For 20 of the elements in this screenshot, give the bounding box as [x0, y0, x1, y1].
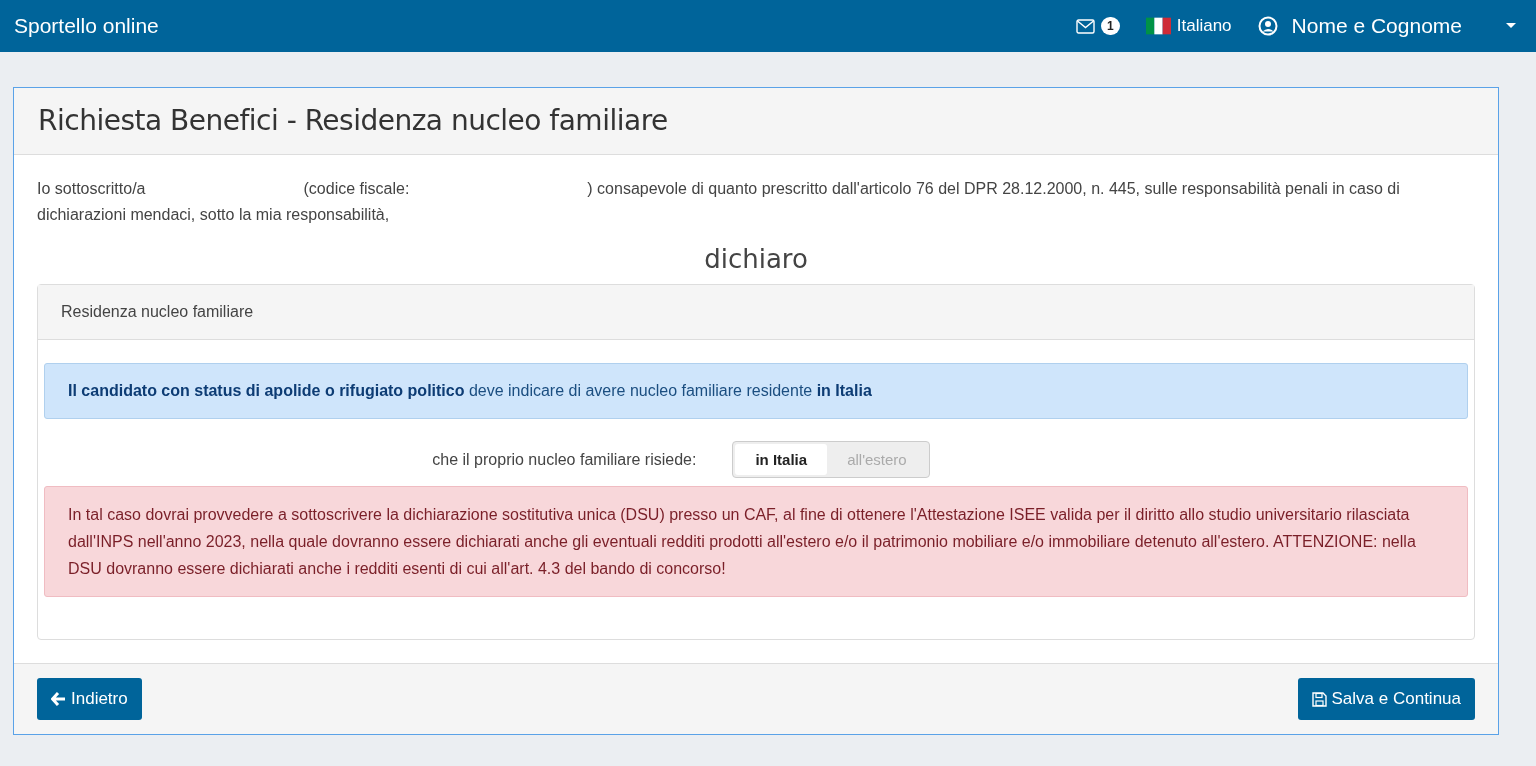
- back-button[interactable]: Indietro: [37, 678, 142, 720]
- brand-title[interactable]: Sportello online: [14, 14, 159, 38]
- message-count-badge: 1: [1101, 17, 1120, 35]
- warning-alert: In tal caso dovrai provvedere a sottoscrivere la dichiarazione sostitutiva unica (DSU) presso un CAF, al fine di ottenere l'Attestazione ISEE valida per il diritto allo studio universitario rilasciata dall'INPS nell'anno 2023, nella quale dovranno essere dichiarati anche gli eventuali redditi prodotti all'estero e/o il patrimonio mobiliare e/o immobiliare detenuto all'estero. ATTENZIONE: nella DSU dovranno essere dichiarati anche i redditi esenti di cui all'art. 4.3 del bando di concorso!: [44, 486, 1468, 597]
- save-button[interactable]: Salva e Continua: [1297, 678, 1475, 720]
- language-selector[interactable]: Italiano: [1145, 16, 1232, 36]
- arrow-left-icon: [51, 692, 66, 706]
- declaration-heading: dichiaro: [703, 244, 809, 274]
- panel-title: Residenza nucleo familiare: [61, 303, 254, 320]
- envelope-icon: [1076, 18, 1096, 34]
- user-menu[interactable]: Nome e Cognome: [1257, 14, 1516, 38]
- user-icon: [1257, 16, 1278, 36]
- question-label: che il proprio nucleo familiare risiede:: [432, 450, 697, 469]
- info-alert: Il candidato con status di apolide o rifugiato politico deve indicare di avere nucleo familiare residente in Italia: [44, 363, 1468, 419]
- caret-icon: [1506, 23, 1516, 29]
- messages-button[interactable]: 1: [1076, 17, 1120, 35]
- residence-option[interactable]: in Italia: [735, 444, 828, 475]
- declaration-text: Io sottoscritto/a (codice fiscale: ) consapevole di quanto prescritto dall'articolo 76 del DPR 28.12.2000, n. 445, sulle responsabilità penali in caso di dichiarazioni mendaci, sotto la mia responsabilità,: [37, 179, 1401, 225]
- page-title: Richiesta Benefici - Residenza nucleo familiare: [38, 104, 669, 137]
- flag-icon: [1145, 17, 1171, 35]
